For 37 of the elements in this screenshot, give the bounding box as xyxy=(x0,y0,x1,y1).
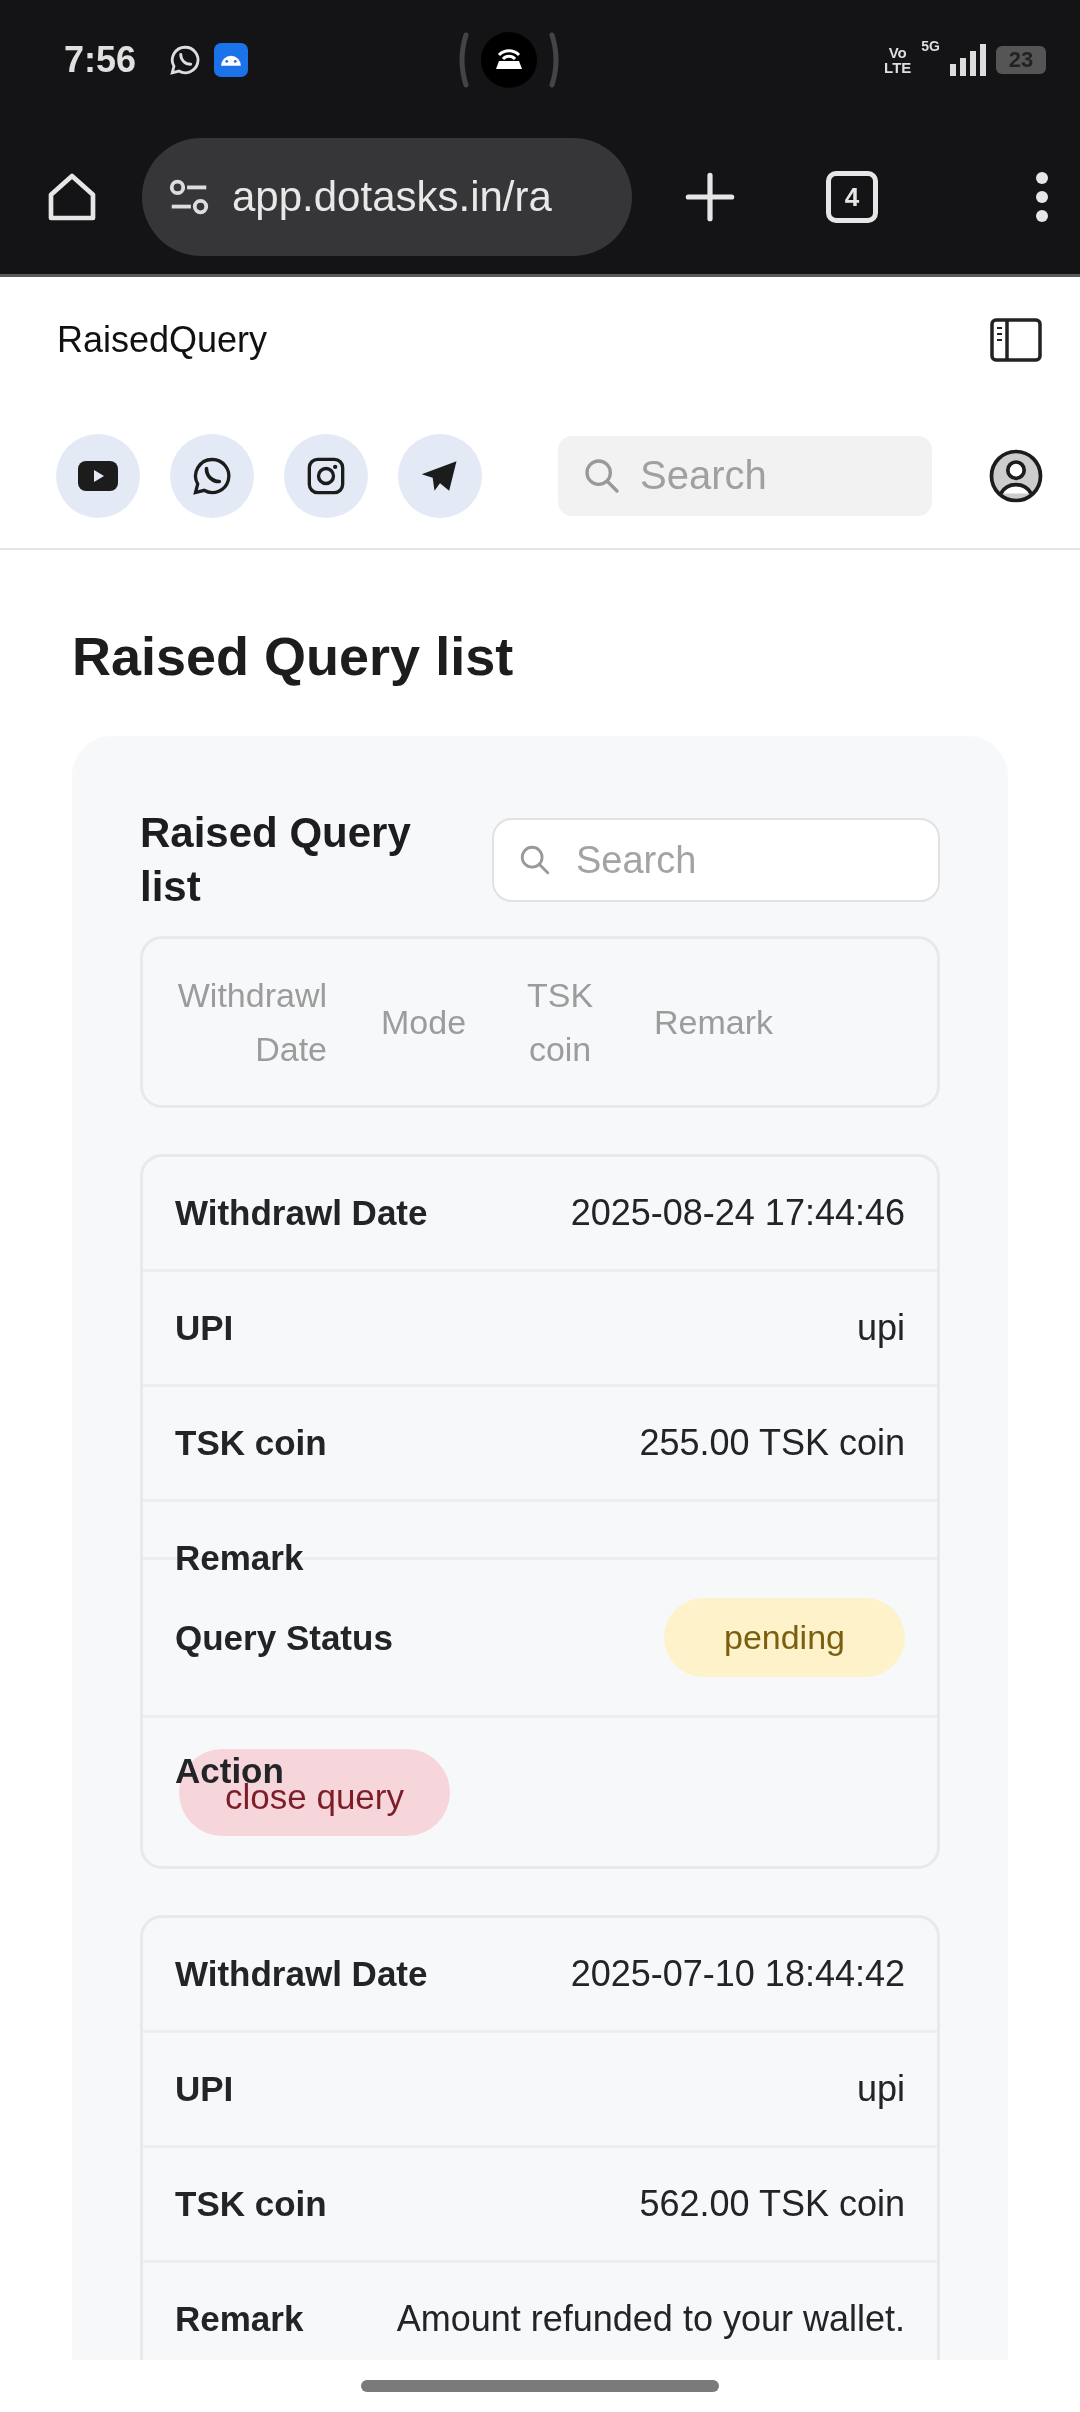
signal-icon xyxy=(950,44,986,76)
clock: 7:56 xyxy=(64,39,137,81)
search-icon xyxy=(518,843,552,877)
field-label: TSK coin xyxy=(175,1423,327,1463)
field-value: 2025-07-10 18:44:42 xyxy=(570,1953,905,1995)
field-value: 562.00 TSK coin xyxy=(639,2183,905,2225)
url-text: app.dotasks.in/ra xyxy=(232,173,552,221)
field-value: upi xyxy=(856,2068,905,2110)
field-label: Withdrawl Date xyxy=(175,1954,428,1994)
field-value: 2025-08-24 17:44:46 xyxy=(570,1192,905,1234)
more-icon[interactable] xyxy=(1034,171,1050,223)
column-header: Mode xyxy=(381,1002,467,1043)
column-header: Remark xyxy=(654,1002,774,1043)
volte-indicator: Vo LTE xyxy=(884,45,912,75)
field-label: UPI xyxy=(175,2069,234,2109)
field-label: Withdrawl Date xyxy=(175,1193,428,1233)
field-label: UPI xyxy=(175,1308,234,1348)
field-label: Remark xyxy=(175,2299,304,2339)
address-bar[interactable]: app.dotasks.in/ra xyxy=(142,138,632,256)
page-title: Raised Query list xyxy=(72,625,515,688)
sidebar-toggle-icon[interactable] xyxy=(990,318,1042,362)
field-value: Amount refunded to your wallet. xyxy=(396,2298,905,2340)
tab-switcher[interactable]: 4 xyxy=(826,171,878,223)
field-label: Remark xyxy=(175,1538,304,1578)
new-tab-icon[interactable] xyxy=(684,171,736,223)
network-type: 5G xyxy=(921,38,940,54)
app-title: RaisedQuery xyxy=(57,319,268,361)
field-value: 255.00 TSK coin xyxy=(639,1422,905,1464)
user-avatar-icon[interactable] xyxy=(988,447,1044,504)
card-title: Raised Query list xyxy=(140,808,412,912)
column-header: TSK coin xyxy=(526,975,595,1070)
status-badge: pending xyxy=(664,1598,905,1677)
field-value: upi xyxy=(856,1307,905,1349)
field-label: Query Status xyxy=(175,1617,393,1658)
android-icon xyxy=(214,43,249,77)
column-header: Withdrawl Date xyxy=(177,975,327,1070)
field-label: TSK coin xyxy=(175,2184,327,2224)
